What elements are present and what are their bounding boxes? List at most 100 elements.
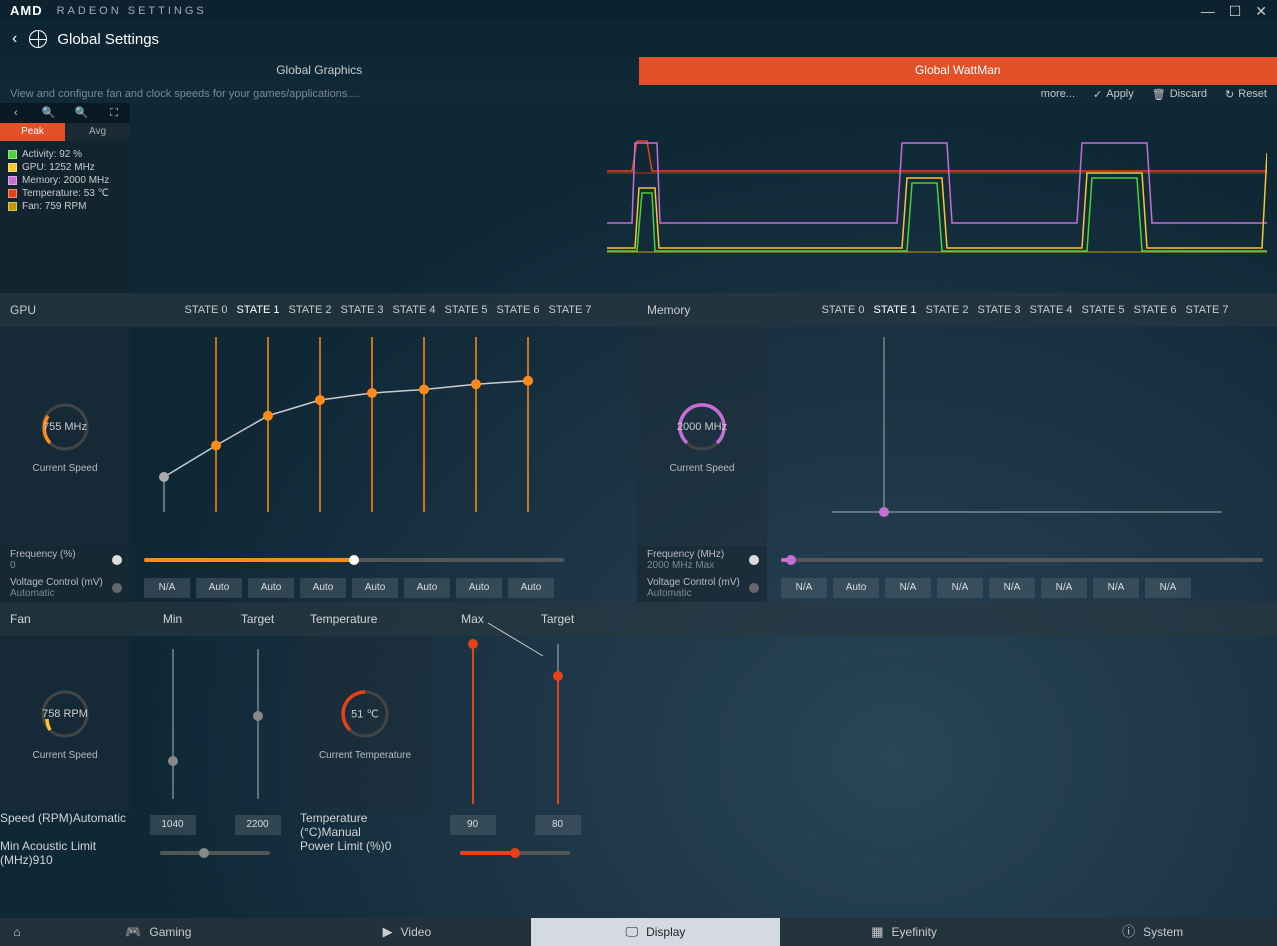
state-tab-1[interactable]: STATE 1 [232,304,284,316]
voltage-btn-1[interactable]: Auto [833,578,879,598]
voltage-btn-2[interactable]: Auto [248,578,294,598]
fan-target-slider-area [215,636,300,811]
monitor-graph [130,103,1277,293]
more-button[interactable]: more... [1041,88,1075,100]
nav-system[interactable]: ⓘSystem [1028,918,1277,946]
temp-max-slider-area [430,636,515,811]
nav-video[interactable]: ▶Video [283,918,532,946]
voltage-btn-5[interactable]: Auto [404,578,450,598]
memory-frequency-slider[interactable] [781,558,1263,562]
state-tab-5[interactable]: STATE 5 [1077,304,1129,316]
apply-button[interactable]: ✓Apply [1093,88,1134,101]
gpu-voltage-toggle[interactable] [112,583,122,593]
power-limit-control: Power Limit (%)0 [300,839,430,867]
state-tab-4[interactable]: STATE 4 [388,304,440,316]
legend-fan-swatch [8,202,17,211]
memory-section-header: Memory STATE 0STATE 1STATE 2STATE 3STATE… [637,293,1277,327]
state-tab-2[interactable]: STATE 2 [921,304,973,316]
home-icon[interactable]: ⌂ [0,918,34,946]
header: ‹ Global Settings [0,21,1277,57]
state-tab-0[interactable]: STATE 0 [817,304,869,316]
zoom-out-icon[interactable]: 🔍 [66,103,98,123]
fan-min-value[interactable]: 1040 [150,815,196,835]
gpu-voltage-control: Voltage Control (mV)Automatic [0,574,130,602]
voltage-btn-7[interactable]: Auto [508,578,554,598]
tab-global-graphics[interactable]: Global Graphics [0,57,639,85]
description-bar: View and configure fan and clock speeds … [0,85,1277,103]
power-limit-slider[interactable] [460,851,570,855]
close-icon[interactable]: ✕ [1255,4,1267,18]
play-icon: ▶ [383,918,393,946]
bottom-nav: ⌂ 🎮Gaming ▶Video 🖵Display ▦Eyefinity ⓘSy… [0,918,1277,946]
brand-logo: AMD [10,3,43,18]
fan-target-value[interactable]: 2200 [235,815,281,835]
collapse-icon[interactable]: ‹ [0,103,32,123]
voltage-btn-1[interactable]: Auto [196,578,242,598]
gpu-frequency-slider[interactable] [144,558,564,562]
acoustic-limit-control: Min Acoustic Limit (MHz)910 [0,839,130,867]
voltage-btn-3[interactable]: Auto [300,578,346,598]
reset-icon: ↻ [1225,88,1234,101]
maximize-icon[interactable]: ☐ [1229,4,1242,18]
back-icon[interactable]: ‹ [12,30,17,48]
voltage-btn-3[interactable]: N/A [937,578,983,598]
trash-icon: 🗑 [1152,88,1166,101]
state-tab-5[interactable]: STATE 5 [440,304,492,316]
state-tab-3[interactable]: STATE 3 [336,304,388,316]
discard-button[interactable]: 🗑Discard [1152,88,1207,101]
memory-frequency-control: Frequency (MHz)2000 MHz Max [637,546,767,574]
zoom-in-icon[interactable]: 🔍 [33,103,65,123]
temp-control: Temperature (°C)Manual [300,811,430,839]
state-tab-4[interactable]: STATE 4 [1025,304,1077,316]
reset-button[interactable]: ↻Reset [1225,88,1267,101]
state-tab-0[interactable]: STATE 0 [180,304,232,316]
avg-tab[interactable]: Avg [65,123,130,141]
state-tab-7[interactable]: STATE 7 [544,304,596,316]
state-tab-1[interactable]: STATE 1 [869,304,921,316]
gamepad-icon: 🎮 [125,918,141,946]
voltage-btn-2[interactable]: N/A [885,578,931,598]
gpu-state-sliders [130,327,578,546]
voltage-btn-7[interactable]: N/A [1145,578,1191,598]
legend-activity-swatch [8,150,17,159]
monitor-sidebar: ‹ 🔍 🔍 ⛶ Peak Avg Activity: 92 % GPU: 125… [0,103,130,293]
voltage-btn-4[interactable]: Auto [352,578,398,598]
state-tab-3[interactable]: STATE 3 [973,304,1025,316]
state-tab-7[interactable]: STATE 7 [1181,304,1233,316]
nav-display[interactable]: 🖵Display [531,918,780,946]
temp-gauge: 51 ℃ Current Temperature [300,636,430,811]
temp-target-value[interactable]: 80 [535,815,581,835]
temp-target-slider-area [515,636,600,811]
temp-max-value[interactable]: 90 [450,815,496,835]
fan-speed-control: Speed (RPM)Automatic [0,811,130,839]
globe-icon [29,30,47,48]
voltage-btn-0[interactable]: N/A [781,578,827,598]
fan-gauge: 758 RPM Current Speed [0,636,130,811]
gpu-section-header: GPU STATE 0STATE 1STATE 2STATE 3STATE 4S… [0,293,637,327]
tab-global-wattman[interactable]: Global WattMan [639,57,1277,85]
legend-temp-swatch [8,189,17,198]
memory-voltage-toggle[interactable] [749,583,759,593]
state-tab-2[interactable]: STATE 2 [284,304,336,316]
state-tab-6[interactable]: STATE 6 [492,304,544,316]
monitor-legend: Activity: 92 % GPU: 1252 MHz Memory: 200… [0,141,130,220]
title-bar: AMD RADEON SETTINGS — ☐ ✕ [0,0,1277,21]
gpu-frequency-toggle[interactable] [112,555,122,565]
acoustic-slider[interactable] [160,851,270,855]
nav-gaming[interactable]: 🎮Gaming [34,918,283,946]
peak-tab[interactable]: Peak [0,123,65,141]
memory-frequency-toggle[interactable] [749,555,759,565]
memory-gauge: 2000 MHz Current Speed [637,327,767,546]
fullscreen-icon[interactable]: ⛶ [98,103,130,123]
app-name: RADEON SETTINGS [57,5,207,17]
voltage-btn-0[interactable]: N/A [144,578,190,598]
voltage-btn-5[interactable]: N/A [1041,578,1087,598]
gpu-frequency-control: Frequency (%)0 [0,546,130,574]
legend-memory-swatch [8,176,17,185]
voltage-btn-6[interactable]: N/A [1093,578,1139,598]
nav-eyefinity[interactable]: ▦Eyefinity [780,918,1029,946]
voltage-btn-4[interactable]: N/A [989,578,1035,598]
state-tab-6[interactable]: STATE 6 [1129,304,1181,316]
minimize-icon[interactable]: — [1201,4,1215,18]
voltage-btn-6[interactable]: Auto [456,578,502,598]
